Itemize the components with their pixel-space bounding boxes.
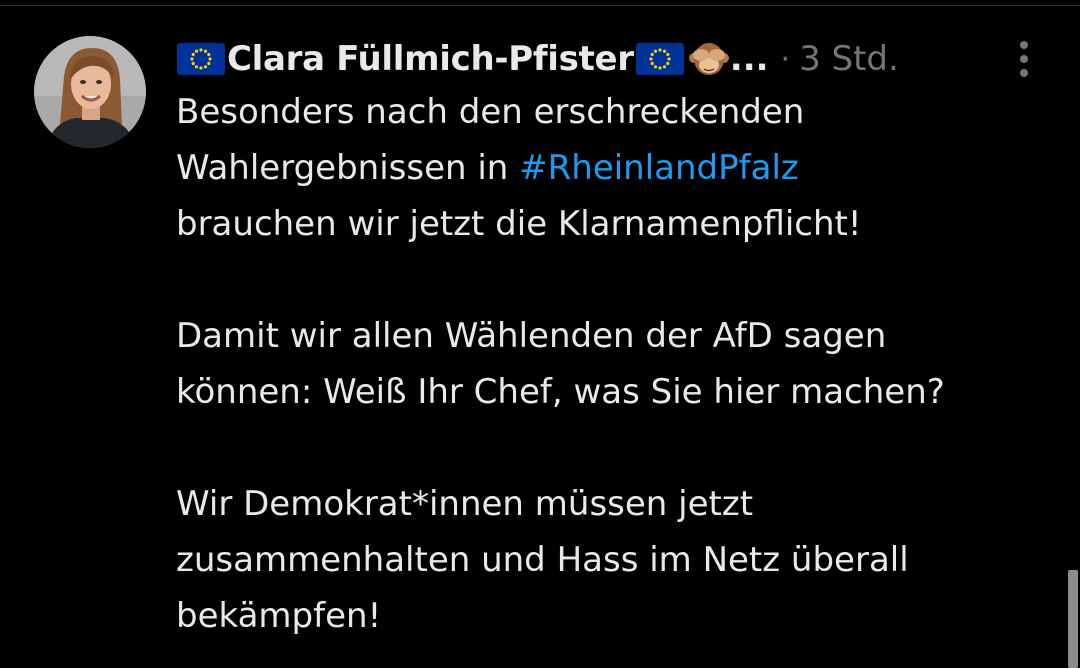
top-divider [0, 0, 1080, 6]
separator-dot: · [780, 41, 791, 77]
more-vertical-icon [1020, 41, 1028, 49]
post-text-line: bekämpfen! [176, 596, 382, 636]
post-text-line: zusammenhalten und Hass im Netz überall [176, 540, 909, 580]
avatar-image [34, 36, 146, 148]
more-options-button[interactable] [1004, 34, 1044, 84]
post-text-line: Wahlergebnissen in #RheinlandPfalz [176, 140, 1056, 196]
post-text-line: Wir Demokrat*innen müssen jetzt [176, 484, 754, 524]
see-no-evil-monkey-icon [688, 40, 729, 78]
eu-flag-icon [176, 42, 226, 76]
hashtag-link[interactable]: #RheinlandPfalz [519, 148, 799, 188]
name-truncation: ... [729, 39, 769, 79]
post-header: Clara Füllmich-Pfister ... · 3 Std. [176, 34, 966, 84]
post-text-fragment: Wahlergebnissen in [176, 148, 520, 188]
author-display-name[interactable]: Clara Füllmich-Pfister [226, 39, 635, 79]
post-text-line: brauchen wir jetzt die Klarnamenpflicht! [176, 204, 862, 244]
post-text-line: Besonders nach den erschreckenden [176, 92, 805, 132]
eu-flag-icon [635, 42, 685, 76]
scrollbar-thumb[interactable] [1068, 570, 1078, 668]
more-vertical-icon [1020, 55, 1028, 63]
post-text-line: Damit wir allen Wählenden der AfD sagen [176, 316, 887, 356]
post-text-line: können: Weiß Ihr Chef, was Sie hier mach… [176, 372, 945, 412]
more-vertical-icon [1020, 69, 1028, 77]
avatar[interactable] [34, 36, 146, 148]
post-timestamp[interactable]: 3 Std. [799, 39, 899, 79]
post-text: Besonders nach den erschreckenden Wahler… [176, 84, 1056, 644]
